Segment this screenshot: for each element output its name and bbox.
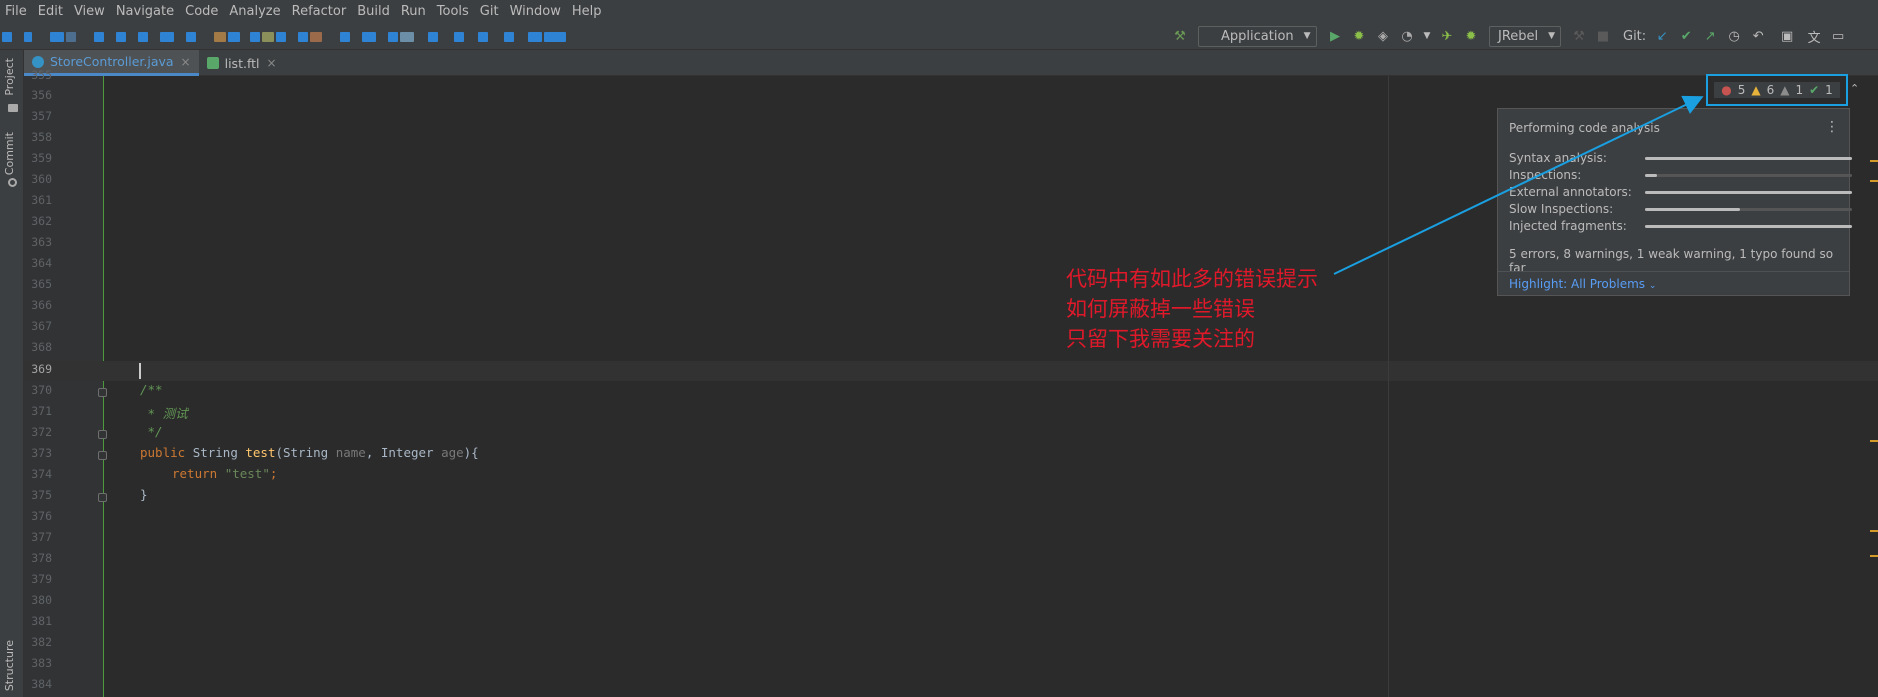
- annotation-arrow: [1333, 95, 1704, 275]
- ide-window: File Edit View Navigate Code Analyze Ref…: [0, 0, 1878, 697]
